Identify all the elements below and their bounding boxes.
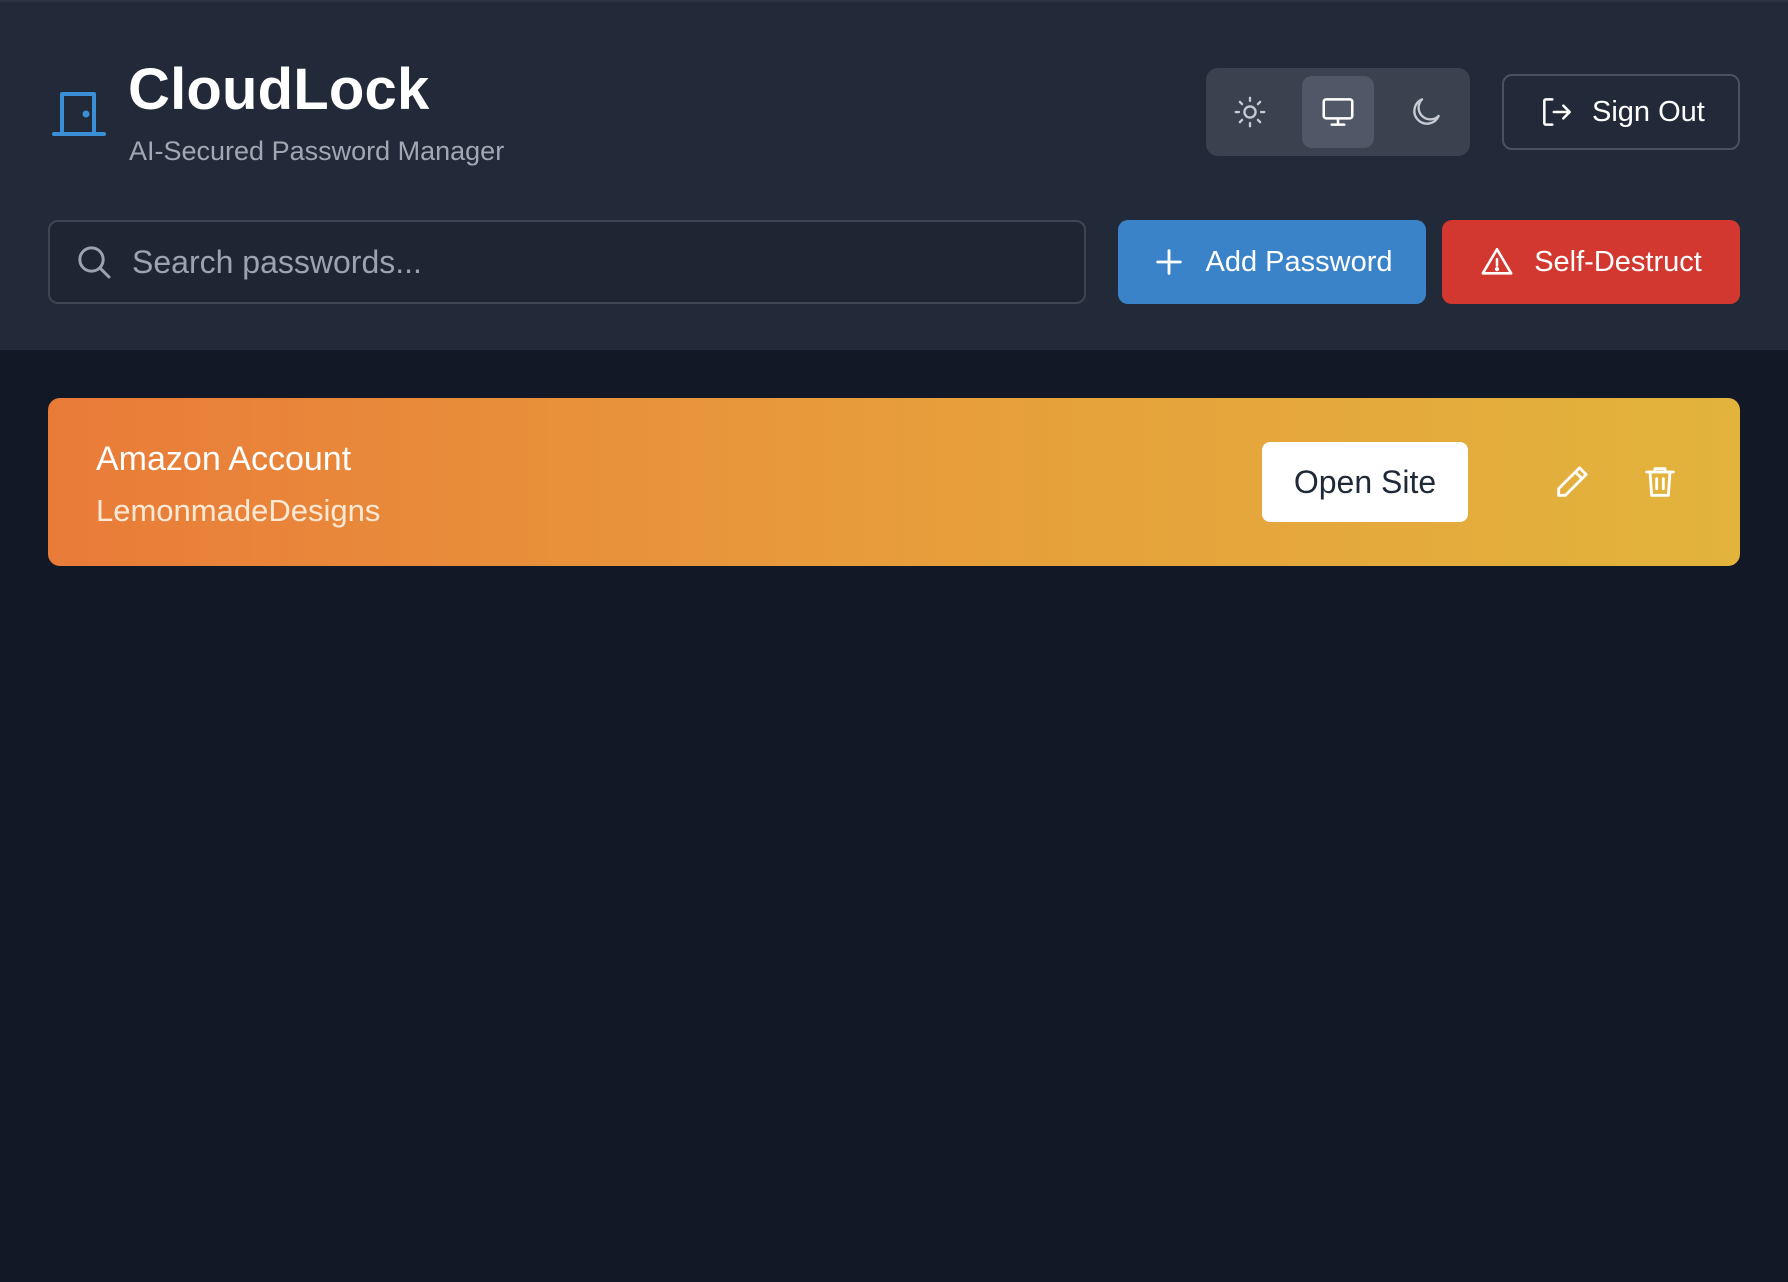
self-destruct-button[interactable]: Self-Destruct: [1442, 220, 1740, 304]
theme-switcher: [1206, 68, 1470, 156]
sign-out-button[interactable]: Sign Out: [1502, 74, 1740, 150]
add-password-label: Add Password: [1205, 245, 1393, 278]
sign-out-icon: [1543, 98, 1571, 126]
search-input[interactable]: [132, 243, 1032, 281]
search-box: [48, 220, 1086, 304]
trash-icon: [1645, 467, 1675, 497]
app-header: CloudLock AI-Secured Password Manager Si…: [0, 0, 1788, 350]
password-name: Amazon Account: [96, 440, 352, 478]
warning-icon: [1481, 247, 1513, 275]
app-subtitle: AI-Secured Password Manager: [129, 136, 505, 166]
door-icon: [48, 88, 112, 138]
theme-system-button[interactable]: [1302, 76, 1374, 148]
theme-dark-button[interactable]: [1390, 76, 1462, 148]
pencil-icon: [1557, 466, 1588, 497]
delete-button[interactable]: [1638, 460, 1682, 504]
sun-icon: [1234, 96, 1266, 128]
edit-button[interactable]: [1550, 460, 1594, 504]
password-card: Amazon Account LemonmadeDesigns Open Sit…: [48, 398, 1740, 566]
self-destruct-label: Self-Destruct: [1534, 245, 1702, 278]
open-site-button[interactable]: Open Site: [1262, 442, 1468, 522]
monitor-icon: [1322, 98, 1354, 126]
plus-icon: [1155, 249, 1182, 275]
password-username: LemonmadeDesigns: [96, 493, 381, 528]
add-password-button[interactable]: Add Password: [1118, 220, 1426, 304]
search-icon: [78, 246, 111, 279]
theme-light-button[interactable]: [1214, 76, 1286, 148]
moon-icon: [1413, 98, 1440, 125]
sign-out-label: Sign Out: [1592, 95, 1705, 128]
app-title: CloudLock: [128, 57, 430, 122]
